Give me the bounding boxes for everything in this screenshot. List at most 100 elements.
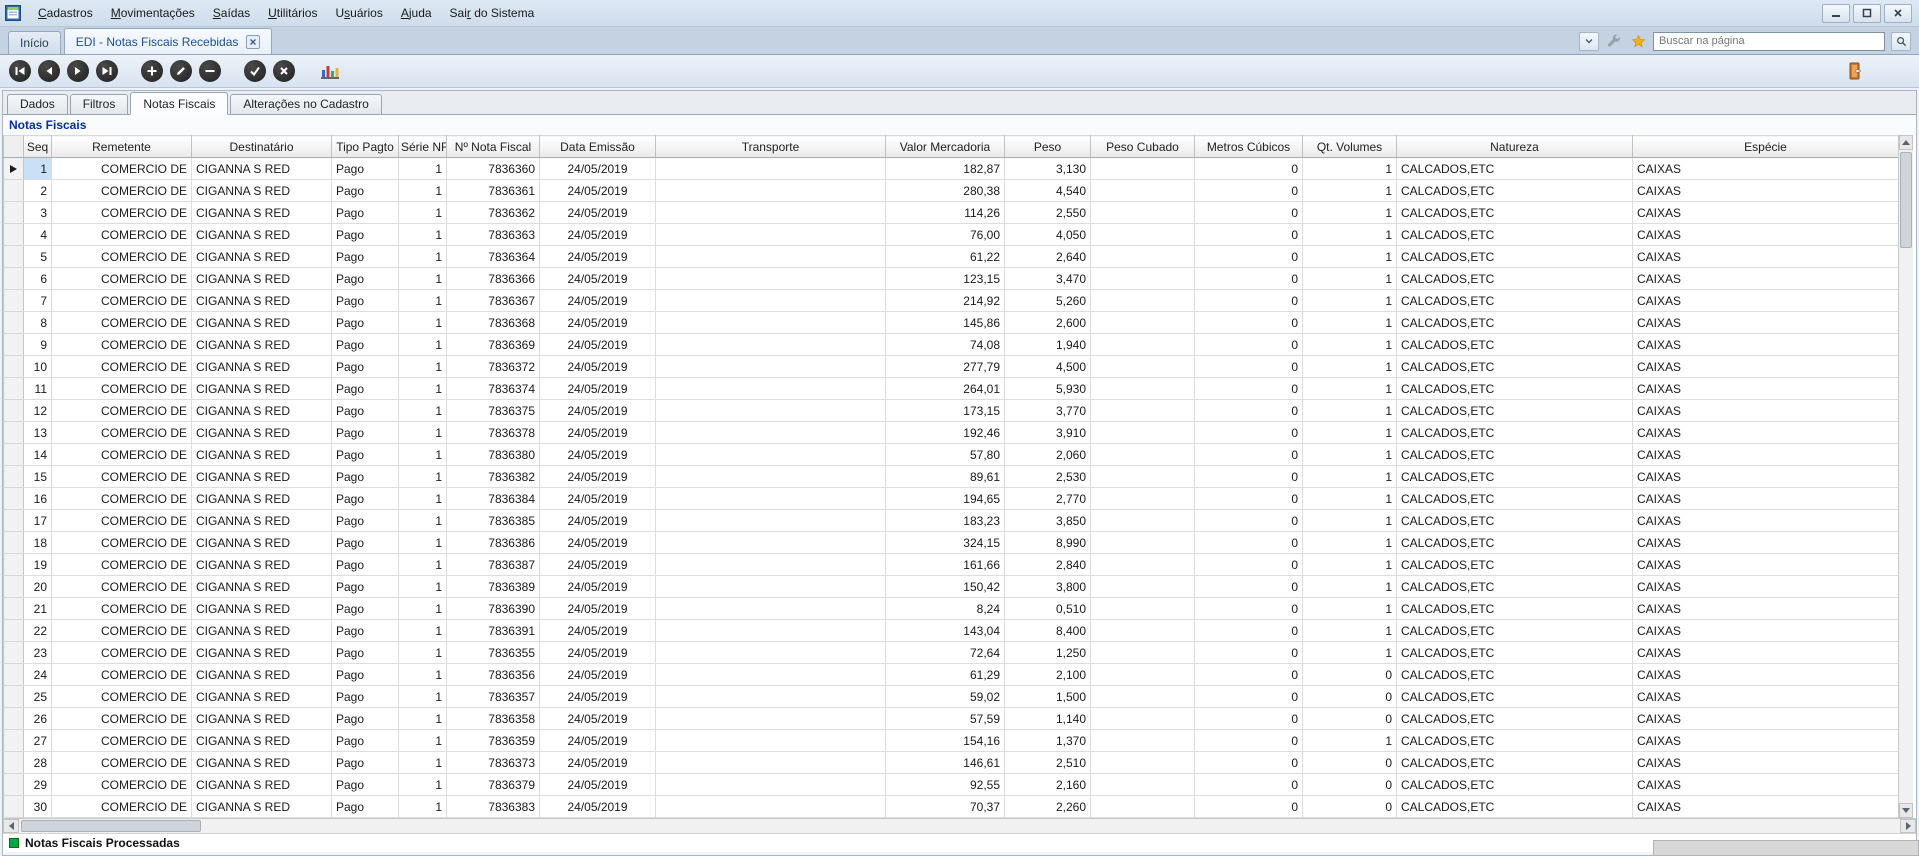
cell-data-emissao[interactable]: 24/05/2019	[540, 202, 656, 224]
cell-metros-cubicos[interactable]: 0	[1195, 598, 1303, 620]
cell-transporte[interactable]	[656, 554, 886, 576]
cell-serie-nf[interactable]: 1	[399, 488, 447, 510]
cell-serie-nf[interactable]: 1	[399, 730, 447, 752]
cell-remetente[interactable]: COMERCIO DE	[52, 180, 192, 202]
cell-data-emissao[interactable]: 24/05/2019	[540, 664, 656, 686]
cell-transporte[interactable]	[656, 268, 886, 290]
cell-serie-nf[interactable]: 1	[399, 290, 447, 312]
cell-transporte[interactable]	[656, 224, 886, 246]
cell-remetente[interactable]: COMERCIO DE	[52, 664, 192, 686]
cell-metros-cubicos[interactable]: 0	[1195, 180, 1303, 202]
cell-natureza[interactable]: CALCADOS,ETC	[1397, 400, 1633, 422]
cell-remetente[interactable]: COMERCIO DE	[52, 290, 192, 312]
cell-data-emissao[interactable]: 24/05/2019	[540, 774, 656, 796]
cell-peso-cubado[interactable]	[1091, 642, 1195, 664]
cell-serie-nf[interactable]: 1	[399, 510, 447, 532]
cell-tipo-pagto[interactable]: Pago	[332, 532, 399, 554]
cell-data-emissao[interactable]: 24/05/2019	[540, 268, 656, 290]
cell-tipo-pagto[interactable]: Pago	[332, 246, 399, 268]
cell-valor-mercadoria[interactable]: 154,16	[886, 730, 1005, 752]
cell-seq[interactable]: 22	[24, 620, 52, 642]
cell-destinatario[interactable]: CIGANNA S RED	[192, 400, 332, 422]
cell-tipo-pagto[interactable]: Pago	[332, 400, 399, 422]
cell-seq[interactable]: 30	[24, 796, 52, 818]
cell-data-emissao[interactable]: 24/05/2019	[540, 598, 656, 620]
cell-serie-nf[interactable]: 1	[399, 444, 447, 466]
cell-peso-cubado[interactable]	[1091, 224, 1195, 246]
cell-metros-cubicos[interactable]: 0	[1195, 554, 1303, 576]
cell-destinatario[interactable]: CIGANNA S RED	[192, 180, 332, 202]
cell-transporte[interactable]	[656, 642, 886, 664]
cell-destinatario[interactable]: CIGANNA S RED	[192, 510, 332, 532]
cell-especie[interactable]: CAIXAS	[1633, 224, 1899, 246]
cell-metros-cubicos[interactable]: 0	[1195, 466, 1303, 488]
cell-remetente[interactable]: COMERCIO DE	[52, 422, 192, 444]
cell-transporte[interactable]	[656, 576, 886, 598]
cell-especie[interactable]: CAIXAS	[1633, 312, 1899, 334]
cell-peso-cubado[interactable]	[1091, 312, 1195, 334]
cell-qt-volumes[interactable]: 1	[1303, 312, 1397, 334]
cell-n-nota-fiscal[interactable]: 7836369	[447, 334, 540, 356]
cell-transporte[interactable]	[656, 466, 886, 488]
cell-transporte[interactable]	[656, 488, 886, 510]
menu-item-movimentacoes[interactable]: Movimentações	[102, 0, 204, 26]
cell-seq[interactable]: 17	[24, 510, 52, 532]
menu-item-cadastros[interactable]: Cadastros	[29, 0, 102, 26]
cell-valor-mercadoria[interactable]: 183,23	[886, 510, 1005, 532]
cell-valor-mercadoria[interactable]: 57,80	[886, 444, 1005, 466]
cell-qt-volumes[interactable]: 1	[1303, 356, 1397, 378]
cell-valor-mercadoria[interactable]: 8,24	[886, 598, 1005, 620]
cell-peso[interactable]: 2,510	[1005, 752, 1091, 774]
cell-serie-nf[interactable]: 1	[399, 642, 447, 664]
cell-metros-cubicos[interactable]: 0	[1195, 488, 1303, 510]
cell-valor-mercadoria[interactable]: 89,61	[886, 466, 1005, 488]
cell-destinatario[interactable]: CIGANNA S RED	[192, 334, 332, 356]
cell-tipo-pagto[interactable]: Pago	[332, 620, 399, 642]
cell-data-emissao[interactable]: 24/05/2019	[540, 576, 656, 598]
cell-peso[interactable]: 2,160	[1005, 774, 1091, 796]
cell-tipo-pagto[interactable]: Pago	[332, 730, 399, 752]
cell-tipo-pagto[interactable]: Pago	[332, 444, 399, 466]
cell-qt-volumes[interactable]: 1	[1303, 268, 1397, 290]
cell-especie[interactable]: CAIXAS	[1633, 532, 1899, 554]
cell-valor-mercadoria[interactable]: 277,79	[886, 356, 1005, 378]
vertical-scrollbar[interactable]	[1898, 135, 1913, 818]
cell-valor-mercadoria[interactable]: 74,08	[886, 334, 1005, 356]
cell-peso[interactable]: 1,370	[1005, 730, 1091, 752]
grid-row[interactable]: 24COMERCIO DECIGANNA S REDPago1783635624…	[4, 664, 1899, 686]
cell-natureza[interactable]: CALCADOS,ETC	[1397, 708, 1633, 730]
cell-metros-cubicos[interactable]: 0	[1195, 334, 1303, 356]
cell-transporte[interactable]	[656, 730, 886, 752]
cell-qt-volumes[interactable]: 1	[1303, 290, 1397, 312]
cell-seq[interactable]: 7	[24, 290, 52, 312]
cell-metros-cubicos[interactable]: 0	[1195, 620, 1303, 642]
cell-peso-cubado[interactable]	[1091, 510, 1195, 532]
cell-transporte[interactable]	[656, 510, 886, 532]
cell-remetente[interactable]: COMERCIO DE	[52, 356, 192, 378]
cell-valor-mercadoria[interactable]: 59,02	[886, 686, 1005, 708]
cell-n-nota-fiscal[interactable]: 7836357	[447, 686, 540, 708]
cell-qt-volumes[interactable]: 1	[1303, 444, 1397, 466]
scroll-left-button[interactable]	[3, 819, 19, 833]
cell-seq[interactable]: 9	[24, 334, 52, 356]
cell-data-emissao[interactable]: 24/05/2019	[540, 686, 656, 708]
cell-transporte[interactable]	[656, 334, 886, 356]
cell-natureza[interactable]: CALCADOS,ETC	[1397, 202, 1633, 224]
cell-qt-volumes[interactable]: 1	[1303, 400, 1397, 422]
cell-seq[interactable]: 10	[24, 356, 52, 378]
cell-qt-volumes[interactable]: 1	[1303, 422, 1397, 444]
maximize-button[interactable]	[1853, 4, 1881, 23]
search-input[interactable]	[1653, 32, 1885, 51]
cell-transporte[interactable]	[656, 290, 886, 312]
favorites-star-icon[interactable]	[1629, 32, 1647, 51]
cell-qt-volumes[interactable]: 1	[1303, 224, 1397, 246]
cell-natureza[interactable]: CALCADOS,ETC	[1397, 224, 1633, 246]
cell-especie[interactable]: CAIXAS	[1633, 180, 1899, 202]
cell-remetente[interactable]: COMERCIO DE	[52, 686, 192, 708]
cell-n-nota-fiscal[interactable]: 7836375	[447, 400, 540, 422]
cell-peso-cubado[interactable]	[1091, 708, 1195, 730]
edit-record-button[interactable]	[170, 60, 192, 82]
first-record-button[interactable]	[9, 60, 31, 82]
grid-row[interactable]: 29COMERCIO DECIGANNA S REDPago1783637924…	[4, 774, 1899, 796]
cell-serie-nf[interactable]: 1	[399, 708, 447, 730]
